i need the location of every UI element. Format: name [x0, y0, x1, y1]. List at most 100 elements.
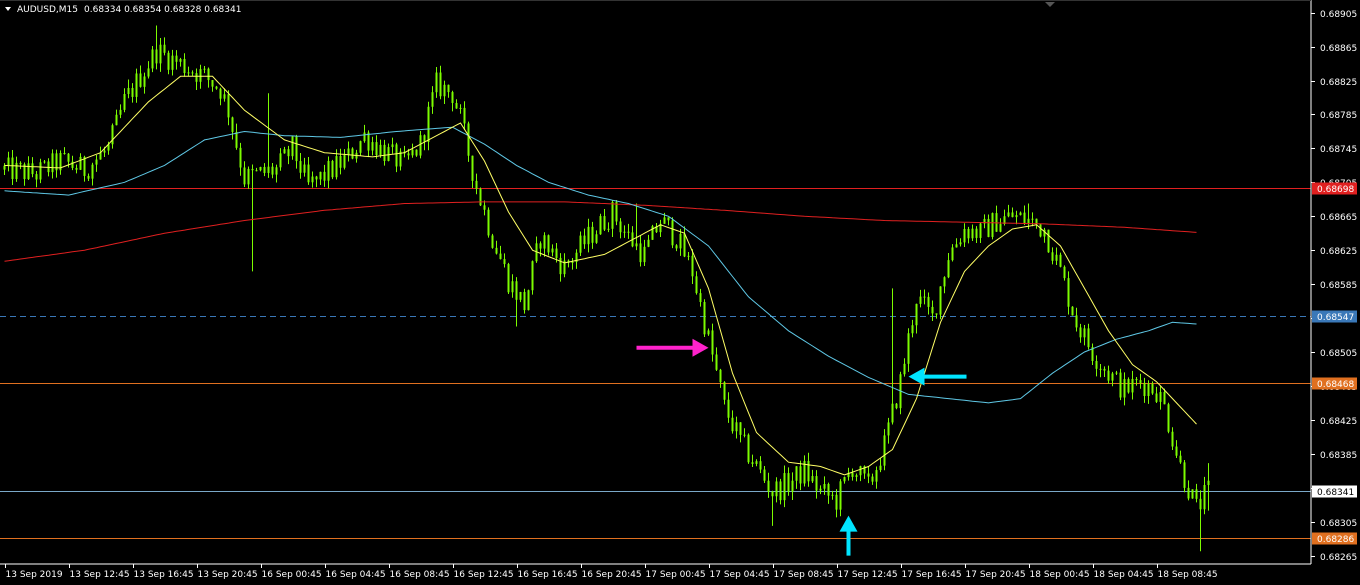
candle-body [887, 422, 890, 436]
candle-body [1175, 446, 1178, 456]
candle-body [1207, 480, 1210, 486]
time-tick-label-0: 13 Sep 2019 [6, 570, 63, 580]
candle-body [1135, 378, 1138, 381]
candle-body [415, 149, 418, 156]
candle-body [875, 470, 878, 482]
candle-body [455, 102, 458, 109]
candle-body [459, 107, 462, 109]
time-tick-label-12: 17 Sep 08:45 [774, 570, 834, 580]
time-tick-label-15: 17 Sep 20:45 [966, 570, 1026, 580]
candle-body [387, 147, 390, 161]
candle-body [547, 235, 550, 253]
candle-body [443, 84, 446, 97]
candle-body [551, 248, 554, 253]
candle-body [91, 164, 94, 179]
candle-body [103, 150, 106, 153]
candle-body [1151, 383, 1154, 394]
candle-body [687, 255, 690, 257]
candle-body [763, 469, 766, 481]
candle-body [35, 174, 38, 180]
candle-body [819, 488, 822, 491]
candle-body [379, 144, 382, 156]
price-tick-label-6: 0.68665 [1320, 213, 1357, 223]
candle-body [539, 243, 542, 249]
candle-body [1011, 212, 1014, 218]
price-tick-label-13: 0.68385 [1320, 451, 1357, 461]
candle-body [815, 476, 818, 491]
candle-body [407, 153, 410, 156]
candle-body [1023, 212, 1026, 224]
candle-body [287, 149, 290, 157]
candle-body [1107, 370, 1110, 381]
candle-body [191, 72, 194, 74]
time-tick-label-7: 16 Sep 12:45 [454, 570, 514, 580]
time-tick-label-10: 17 Sep 00:45 [646, 570, 706, 580]
candle-body [227, 94, 230, 118]
candle-body [511, 281, 514, 293]
candle-body [491, 235, 494, 248]
candle-body [271, 166, 274, 175]
candle-body [1167, 404, 1170, 432]
candle-body [247, 168, 250, 185]
candle-body [475, 180, 478, 189]
candle-body [175, 55, 178, 62]
candle-body [43, 161, 46, 163]
candle-body [451, 92, 454, 103]
candle-body [607, 228, 610, 230]
candle-body [623, 231, 626, 233]
candle-body [859, 466, 862, 476]
candle-body [131, 87, 134, 97]
price-tick-label-4: 0.68745 [1320, 145, 1357, 155]
candle-body [79, 156, 82, 170]
candle-body [159, 44, 162, 64]
candle-body [19, 162, 22, 165]
candle-body [683, 233, 686, 257]
candle-body [747, 434, 750, 463]
candle-body [759, 461, 762, 470]
candle-body [431, 92, 434, 107]
candle-body [235, 131, 238, 148]
candle-body [1075, 315, 1078, 328]
price-tick-label-0: 0.68905 [1320, 10, 1357, 20]
price-chart[interactable]: 0.689050.688650.688250.687850.687450.687… [0, 0, 1360, 585]
candle-body [739, 422, 742, 435]
candle-body [467, 123, 470, 156]
candle-body [1131, 378, 1134, 393]
candle-body [359, 141, 362, 153]
candle-body [463, 107, 466, 124]
candle-body [947, 260, 950, 278]
candle-body [399, 151, 402, 167]
candle-body [15, 162, 18, 180]
candle-body [303, 164, 306, 173]
candle-body [343, 155, 346, 168]
candle-body [519, 291, 522, 300]
candle-body [119, 109, 122, 115]
candle-body [679, 233, 682, 249]
candle-body [75, 167, 78, 170]
candle-body [767, 480, 770, 492]
candle-body [203, 68, 206, 70]
time-tick-label-18: 18 Sep 08:45 [1158, 570, 1218, 580]
candle-body [903, 363, 906, 375]
candle-body [239, 147, 242, 168]
candle-body [799, 466, 802, 484]
candle-body [1039, 224, 1042, 237]
candle-body [207, 68, 210, 81]
candle-body [335, 156, 338, 178]
time-tick-label-6: 16 Sep 08:45 [390, 570, 450, 580]
candle-body [923, 296, 926, 298]
candle-body [979, 223, 982, 238]
candle-body [939, 286, 942, 315]
time-tick-label-3: 13 Sep 20:45 [198, 570, 258, 580]
candle-body [371, 142, 374, 151]
candle-body [955, 244, 958, 248]
time-tick-label-8: 16 Sep 16:45 [518, 570, 578, 580]
level-tag-label-3: 0.68341 [1317, 488, 1354, 498]
level-tag-label-1: 0.68547 [1317, 313, 1354, 323]
candle-body [999, 224, 1002, 232]
candle-body [715, 354, 718, 370]
candle-body [327, 160, 330, 181]
candle-body [835, 494, 838, 510]
candle-body [299, 161, 302, 173]
candle-body [987, 218, 990, 237]
